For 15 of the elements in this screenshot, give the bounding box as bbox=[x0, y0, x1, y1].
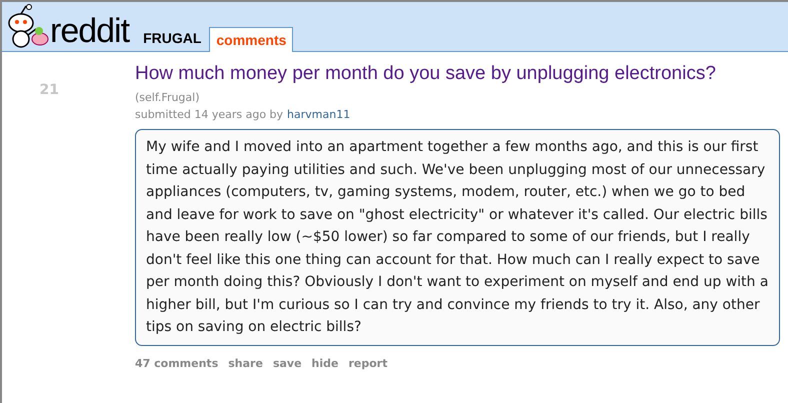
action-link[interactable]: report bbox=[348, 356, 388, 372]
subreddit-name[interactable]: FRUGAL bbox=[143, 28, 202, 49]
action-link[interactable]: save bbox=[272, 356, 302, 372]
tab[interactable]: comments bbox=[209, 27, 294, 52]
post-body: My wife and I moved into an apartment together a few months ago, and this is our first time actually paying utilities and such. We've been unplugging most of our unnecessary appliances (computers, tv, gaming systems, modem, router, etc.) when we go to bed and leave for work to save on "ghost electricity" or whatever it's called. Our electric bills have been really low (~$50 lower) so far compared to some of our friends, but I really don't feel like this one thing can account for that. How much can I really expect to save per month doing this? Obviously I don't want to experiment on myself and end up with a higher bill, but I'm curious so I can try and convince my friends to try it. Also, any other tips on saving on electric bills? bbox=[135, 129, 780, 346]
post-domain[interactable]: (self.Frugal) bbox=[135, 90, 780, 106]
alien-mascot-icon bbox=[6, 3, 50, 49]
author-link[interactable]: harvman11 bbox=[287, 106, 350, 123]
action-link[interactable]: hide bbox=[312, 356, 338, 372]
logo-text[interactable]: reddit bbox=[50, 14, 130, 48]
submitted-info: submitted 14 years ago by bbox=[135, 106, 284, 122]
post-title[interactable]: How much money per month do you save by unplugging electronics? bbox=[135, 62, 780, 86]
action-link[interactable]: share bbox=[228, 356, 263, 372]
action-link[interactable]: 47 comments bbox=[135, 356, 218, 372]
rank-number: 21 bbox=[38, 81, 59, 100]
